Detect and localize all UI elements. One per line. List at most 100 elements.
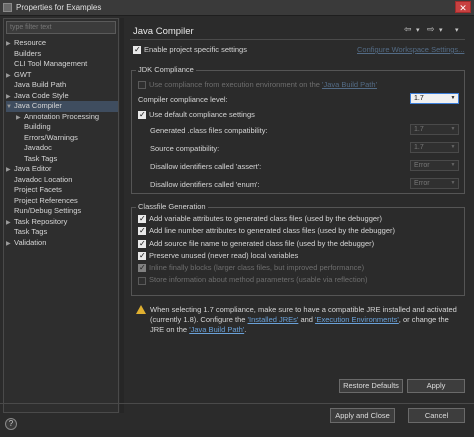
tree-item[interactable]: ▶ GWT bbox=[6, 70, 118, 81]
tree-item[interactable]: Builders bbox=[6, 49, 118, 60]
tree-item[interactable]: ▶ Resource bbox=[6, 38, 118, 49]
window-title: Properties for Examples bbox=[16, 3, 102, 12]
tree-item-label: Java Editor bbox=[14, 164, 52, 173]
back-arrow-icon[interactable]: ⇦ bbox=[404, 24, 412, 35]
use-default-option[interactable]: Use default compliance settings bbox=[138, 109, 255, 120]
help-icon[interactable]: ? bbox=[5, 418, 17, 430]
assert-identifiers-label: Disallow identifiers called 'assert': bbox=[150, 162, 262, 171]
tree-item[interactable]: ▶ Java Editor bbox=[6, 164, 118, 175]
tree-item[interactable]: Run/Debug Settings bbox=[6, 206, 118, 217]
tree-item-label: CLI Tool Management bbox=[14, 59, 88, 68]
chevron-down-icon: ▼ bbox=[450, 180, 456, 186]
tree-item-label: Task Tags bbox=[24, 153, 58, 163]
classfile-option-checkbox[interactable] bbox=[138, 213, 146, 225]
java-build-path-link[interactable]: 'Java Build Path' bbox=[322, 80, 377, 89]
enable-specific-settings[interactable]: Enable project specific settings bbox=[133, 44, 247, 55]
tree-item-label: Validation bbox=[14, 237, 47, 247]
tree-item[interactable]: Task Tags bbox=[6, 154, 118, 165]
use-exec-env-option[interactable]: Use compliance from execution environmen… bbox=[138, 79, 377, 90]
close-button[interactable]: ✕ bbox=[455, 1, 471, 13]
enum-identifiers-select[interactable]: Error ▼ bbox=[410, 178, 459, 189]
tree-item[interactable]: ▶ Java Code Style bbox=[6, 91, 118, 102]
apply-and-close-button[interactable]: Apply and Close bbox=[330, 408, 395, 423]
source-compat-label: Source compatibility: bbox=[150, 144, 220, 153]
tree-item[interactable]: Errors/Warnings bbox=[6, 133, 118, 144]
collapsed-arrow-icon[interactable]: ▶ bbox=[6, 239, 14, 250]
tree-item[interactable]: CLI Tool Management bbox=[6, 59, 118, 70]
classfile-option[interactable]: Preserve unused (never read) local varia… bbox=[138, 250, 395, 262]
tree-item-label: Errors/Warnings bbox=[24, 132, 78, 142]
classfile-option-checkbox[interactable] bbox=[138, 276, 146, 285]
classfile-option-checkbox[interactable] bbox=[138, 238, 146, 250]
tree-item-label: Project Facets bbox=[14, 185, 62, 194]
collapsed-arrow-icon[interactable]: ▶ bbox=[6, 165, 14, 176]
expanded-arrow-icon[interactable]: ▼ bbox=[6, 102, 14, 113]
classfile-option[interactable]: Store information about method parameter… bbox=[138, 274, 395, 286]
tree-item-label: Builders bbox=[14, 48, 42, 58]
generated-compat-label: Generated .class files compatibility: bbox=[150, 126, 268, 135]
classfile-option-label: Add source file name to generated class … bbox=[149, 238, 375, 248]
tree-item-label: Run/Debug Settings bbox=[14, 206, 82, 215]
tree-item[interactable]: Building bbox=[6, 122, 118, 133]
classfile-generation-label: Classfile Generation bbox=[136, 202, 208, 211]
tree-item[interactable]: ▼ Java Compiler bbox=[6, 101, 118, 112]
tree-item[interactable]: Task Tags bbox=[6, 227, 118, 238]
tree-item-label: Javadoc Location bbox=[14, 174, 73, 184]
tree-item-label: Java Build Path bbox=[14, 80, 67, 89]
warning-java-build-path-link[interactable]: 'Java Build Path' bbox=[189, 325, 244, 334]
classfile-option[interactable]: Add line number attributes to generated … bbox=[138, 225, 395, 238]
tree-item-label: Resource bbox=[14, 38, 47, 47]
configure-workspace-link[interactable]: Configure Workspace Settings... bbox=[357, 44, 464, 55]
classfile-option-checkbox[interactable] bbox=[138, 225, 146, 238]
enable-specific-checkbox[interactable] bbox=[133, 44, 141, 55]
use-default-checkbox[interactable] bbox=[138, 109, 146, 120]
classfile-option[interactable]: Inline finally blocks (larger class file… bbox=[138, 262, 395, 275]
tree-item[interactable]: Project References bbox=[6, 196, 118, 207]
classfile-option[interactable]: Add variable attributes to generated cla… bbox=[138, 213, 395, 225]
view-menu-icon[interactable]: ▾ bbox=[455, 26, 459, 34]
tree-item-label: GWT bbox=[14, 69, 32, 79]
chevron-down-icon: ▼ bbox=[450, 144, 456, 150]
back-menu-icon[interactable]: ▾ bbox=[416, 26, 420, 34]
classfile-option-label: Store information about method parameter… bbox=[149, 275, 368, 285]
execution-environments-link[interactable]: 'Execution Environments' bbox=[315, 315, 399, 324]
classfile-option-checkbox[interactable] bbox=[138, 250, 146, 262]
tree-item[interactable]: Javadoc bbox=[6, 143, 118, 154]
classfile-option[interactable]: Add source file name to generated class … bbox=[138, 238, 395, 250]
assert-identifiers-select[interactable]: Error ▼ bbox=[410, 160, 459, 171]
restore-defaults-button[interactable]: Restore Defaults bbox=[339, 379, 403, 393]
tree-item[interactable]: ▶ Task Repository bbox=[6, 217, 118, 228]
filter-input[interactable]: type filter text bbox=[6, 21, 116, 34]
source-compat-select[interactable]: 1.7 ▼ bbox=[410, 142, 459, 153]
window-icon bbox=[3, 3, 12, 12]
classfile-option-label: Inline finally blocks (larger class file… bbox=[149, 263, 365, 273]
apply-button[interactable]: Apply bbox=[407, 379, 465, 393]
tree-item-label: Java Code Style bbox=[14, 90, 69, 100]
classfile-option-checkbox[interactable] bbox=[138, 262, 146, 275]
title-bar: Properties for Examples ✕ bbox=[0, 0, 474, 16]
tree-item-label: Task Tags bbox=[14, 227, 48, 236]
tree-item-label: Task Repository bbox=[14, 216, 68, 226]
tree-item[interactable]: Javadoc Location bbox=[6, 175, 118, 186]
tree-item[interactable]: Project Facets bbox=[6, 185, 118, 196]
category-tree: ▶ Resource Builders CLI Tool Management ▶ GWT… bbox=[6, 38, 118, 248]
tree-item[interactable]: ▶ Annotation Processing bbox=[6, 112, 118, 123]
compliance-level-select[interactable]: 1.7 ▼ bbox=[410, 93, 459, 104]
installed-jres-link[interactable]: 'Installed JREs' bbox=[248, 315, 299, 324]
footer-separator bbox=[0, 403, 474, 404]
cancel-button[interactable]: Cancel bbox=[408, 408, 465, 423]
tree-item[interactable]: Java Build Path bbox=[6, 80, 118, 91]
forward-menu-icon[interactable]: ▾ bbox=[439, 26, 443, 34]
tree-item[interactable]: ▶ Validation bbox=[6, 238, 118, 249]
page-title: Java Compiler bbox=[133, 26, 194, 37]
collapsed-arrow-icon[interactable]: ▶ bbox=[6, 39, 14, 50]
generated-compat-select[interactable]: 1.7 ▼ bbox=[410, 124, 459, 135]
tree-item-label: Javadoc bbox=[24, 143, 52, 152]
tree-item-label: Project References bbox=[14, 195, 78, 205]
enum-identifiers-label: Disallow identifiers called 'enum': bbox=[150, 180, 260, 189]
classfile-options: Add variable attributes to generated cla… bbox=[138, 213, 395, 287]
forward-arrow-icon[interactable]: ⇨ bbox=[427, 24, 435, 35]
use-exec-env-checkbox[interactable] bbox=[138, 81, 146, 90]
compliance-level-label: Compiler compliance level: bbox=[138, 95, 228, 104]
warning-icon bbox=[136, 305, 146, 314]
